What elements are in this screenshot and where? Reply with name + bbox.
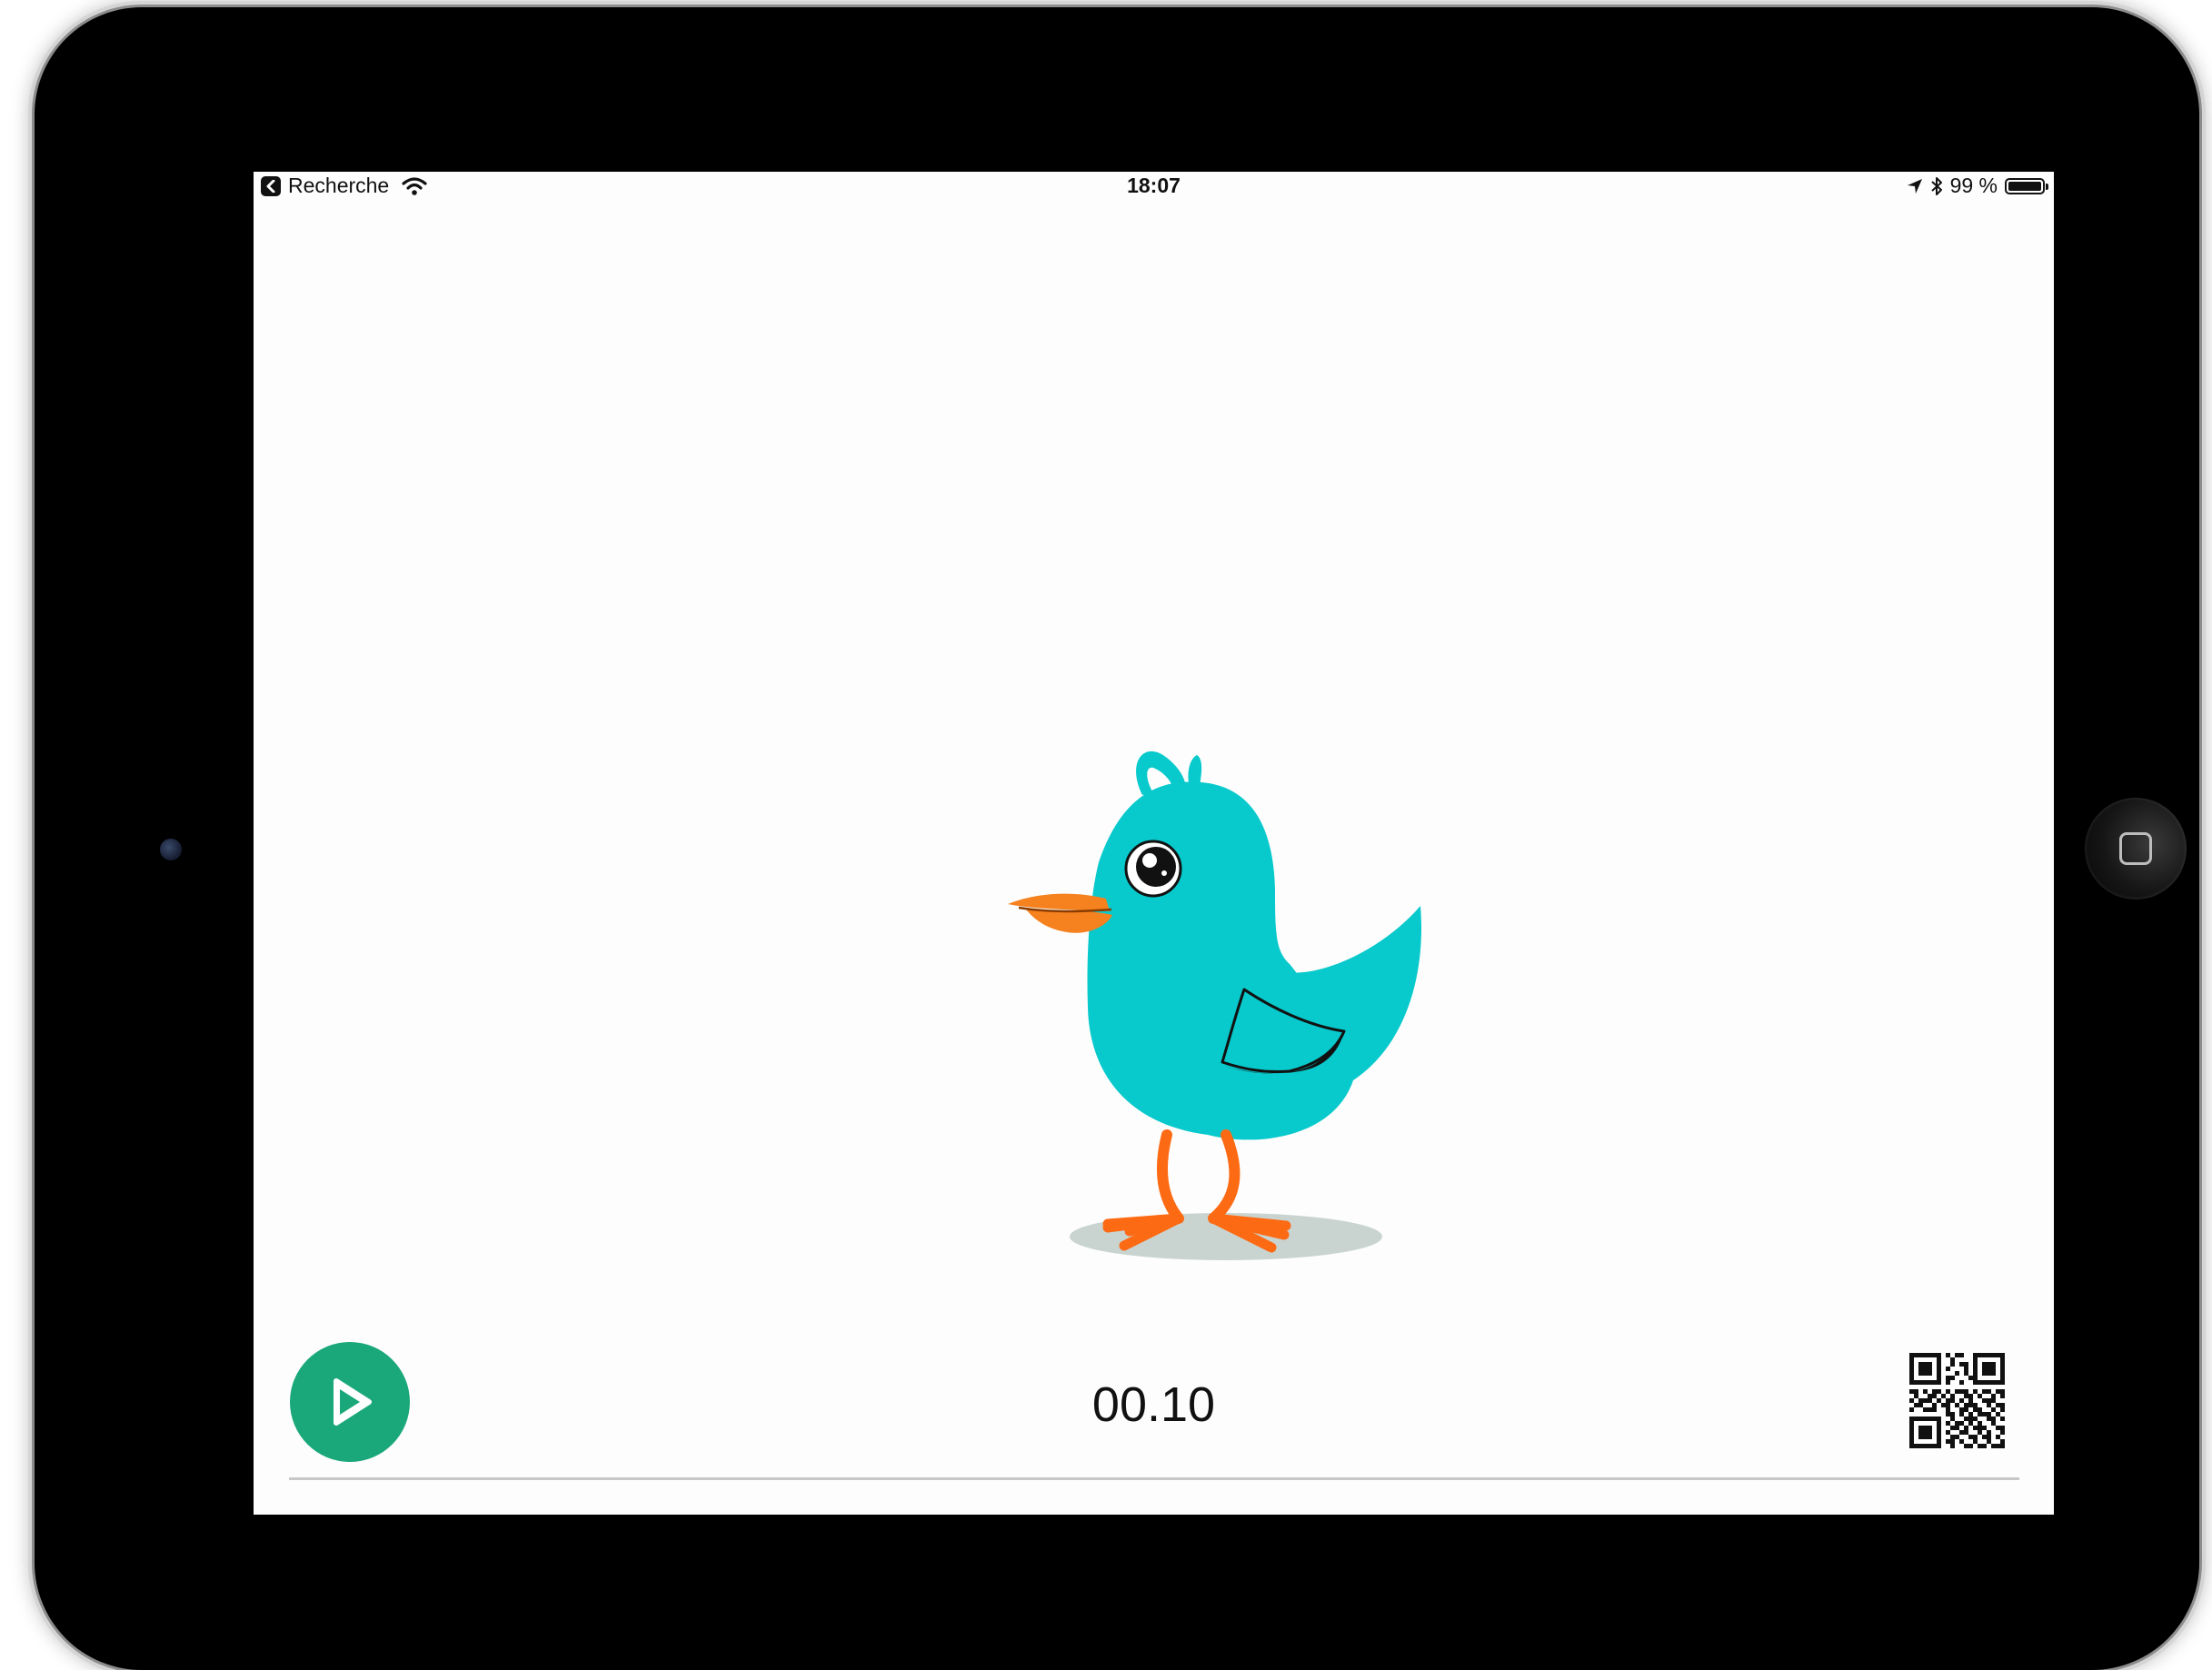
- front-camera: [160, 839, 182, 860]
- back-chevron-icon: [261, 175, 281, 196]
- battery-level: [2008, 181, 2041, 191]
- playback-timer: 00.10: [1091, 1377, 1216, 1432]
- app-screen: Recherche 18:07 99 % 00.10: [254, 172, 2054, 1515]
- ipad-frame: Recherche 18:07 99 % 00.10: [35, 7, 2199, 1670]
- status-indicators: 99 %: [1907, 174, 2048, 198]
- home-button[interactable]: [2085, 798, 2187, 900]
- battery-tip: [2046, 183, 2048, 190]
- bird-leg-left: [1156, 1129, 1184, 1224]
- bird-eye-pupil: [1136, 847, 1176, 887]
- wifi-icon: [402, 176, 427, 196]
- home-square-icon: [2119, 832, 2152, 865]
- bird-eye-highlight: [1142, 853, 1157, 868]
- playback-progress-bar[interactable]: [289, 1477, 2019, 1480]
- bird-illustration: [1008, 751, 1422, 1260]
- bluetooth-icon: [1930, 176, 1943, 196]
- battery-icon: [2005, 177, 2048, 194]
- qr-code-button[interactable]: [1909, 1353, 2005, 1448]
- back-to-app[interactable]: Recherche: [261, 174, 427, 198]
- bird-eye-highlight-small: [1161, 870, 1167, 876]
- back-label: Recherche: [288, 174, 390, 197]
- status-bar: Recherche 18:07 99 %: [254, 172, 2054, 199]
- status-time: 18:07: [1127, 174, 1181, 197]
- bird-body: [1087, 781, 1353, 1140]
- bird-leg-right: [1208, 1129, 1241, 1224]
- location-arrow-icon: [1907, 178, 1923, 194]
- qr-code-icon: [1909, 1353, 2005, 1448]
- battery-percent: 99 %: [1949, 174, 1998, 197]
